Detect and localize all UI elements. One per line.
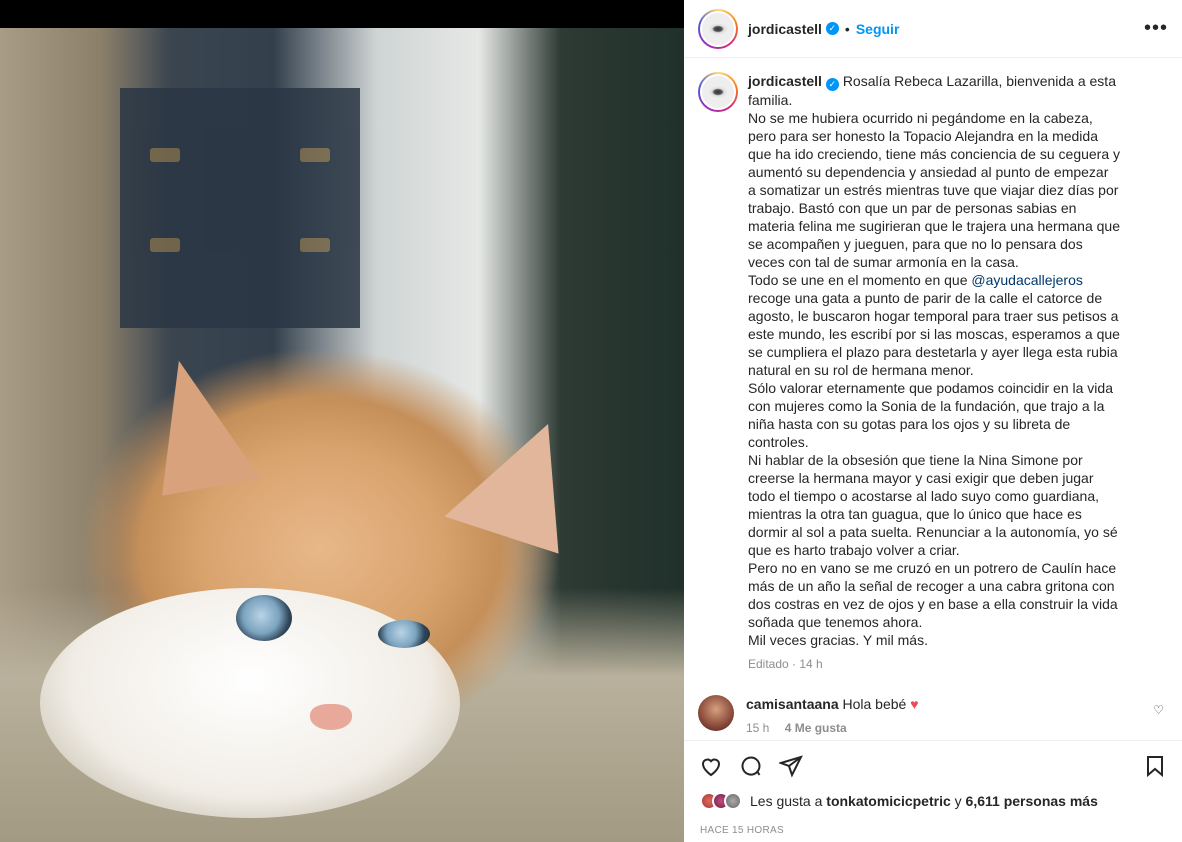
likes-user-link[interactable]: tonkatomicicpetric	[826, 793, 950, 809]
comment-like-heart-icon[interactable]: ♡	[1153, 703, 1164, 717]
share-paper-plane-icon[interactable]	[778, 753, 804, 779]
comment-bubble-icon[interactable]	[738, 753, 764, 779]
post-caption: jordicastell ✓ Rosalía Rebeca Lazarilla, …	[698, 72, 1164, 671]
likes-summary: Les gusta a tonkatomicicpetric y 6,611 p…	[700, 792, 1098, 810]
comments-scroll-area[interactable]: jordicastell ✓ Rosalía Rebeca Lazarilla, …	[684, 58, 1182, 740]
save-bookmark-icon[interactable]	[1142, 753, 1168, 779]
photo-drawer	[120, 88, 360, 328]
post-photo[interactable]	[0, 28, 684, 842]
kitten-eye-right	[378, 620, 430, 648]
likes-count-link[interactable]: 6,611 personas más	[966, 793, 1098, 809]
caption-edited-time: Editado · 14 h	[748, 657, 823, 671]
follow-button[interactable]: Seguir	[856, 21, 900, 37]
drawer-handle	[300, 148, 330, 162]
like-heart-icon[interactable]	[698, 753, 724, 779]
likes-text: Les gusta a tonkatomicicpetric y 6,611 p…	[750, 793, 1098, 809]
verified-badge-icon: ✓	[825, 22, 839, 35]
caption-text: jordicastell ✓ Rosalía Rebeca Lazarilla, …	[748, 72, 1120, 649]
post-header: jordicastell ✓ • Seguir •••	[684, 0, 1182, 58]
drawer-handle	[150, 148, 180, 162]
likes-prefix: Les gusta a	[750, 793, 823, 809]
verified-badge-icon: ✓	[825, 78, 839, 91]
more-options-icon[interactable]: •••	[1144, 17, 1168, 40]
commenter-avatar[interactable]	[698, 695, 734, 731]
comment-meta: 15 h 4 Me gusta	[746, 721, 919, 735]
comment-body: camisantaana Hola bebé ♥	[746, 695, 919, 713]
caption-body: Rosalía Rebeca Lazarilla, bienvenida a e…	[748, 73, 1121, 288]
likes-middle: y	[954, 793, 962, 809]
author-username[interactable]: jordicastell	[748, 21, 822, 37]
drawer-handle	[150, 238, 180, 252]
commenter-username[interactable]: camisantaana	[746, 696, 839, 712]
avatar-image	[700, 10, 736, 47]
kitten-eye-left	[236, 595, 292, 641]
separator-dot: •	[844, 20, 850, 37]
comment-text: Hola bebé	[842, 696, 907, 712]
red-heart-emoji-icon: ♥	[910, 696, 919, 712]
author-avatar[interactable]	[698, 8, 738, 49]
comment-item: camisantaana Hola bebé ♥ 15 h 4 Me gusta…	[698, 695, 1164, 735]
post-timestamp[interactable]: HACE 15 HORAS	[700, 825, 784, 836]
caption-body-continued: recoge una gata a punto de parir de la c…	[748, 290, 1120, 648]
avatar-image	[700, 74, 736, 110]
kitten-nose	[310, 704, 352, 730]
comment-likes[interactable]: 4 Me gusta	[785, 721, 847, 735]
post-actions-bar	[684, 740, 1182, 790]
comment-time: 15 h	[746, 721, 770, 735]
liker-avatar	[724, 792, 742, 810]
caption-mention-link[interactable]: @ayudacallejeros	[971, 272, 1083, 288]
caption-avatar[interactable]	[698, 72, 738, 112]
post-panel: jordicastell ✓ • Seguir ••• jordicastell…	[684, 0, 1182, 842]
drawer-handle	[300, 238, 330, 252]
caption-username[interactable]: jordicastell	[748, 73, 822, 89]
